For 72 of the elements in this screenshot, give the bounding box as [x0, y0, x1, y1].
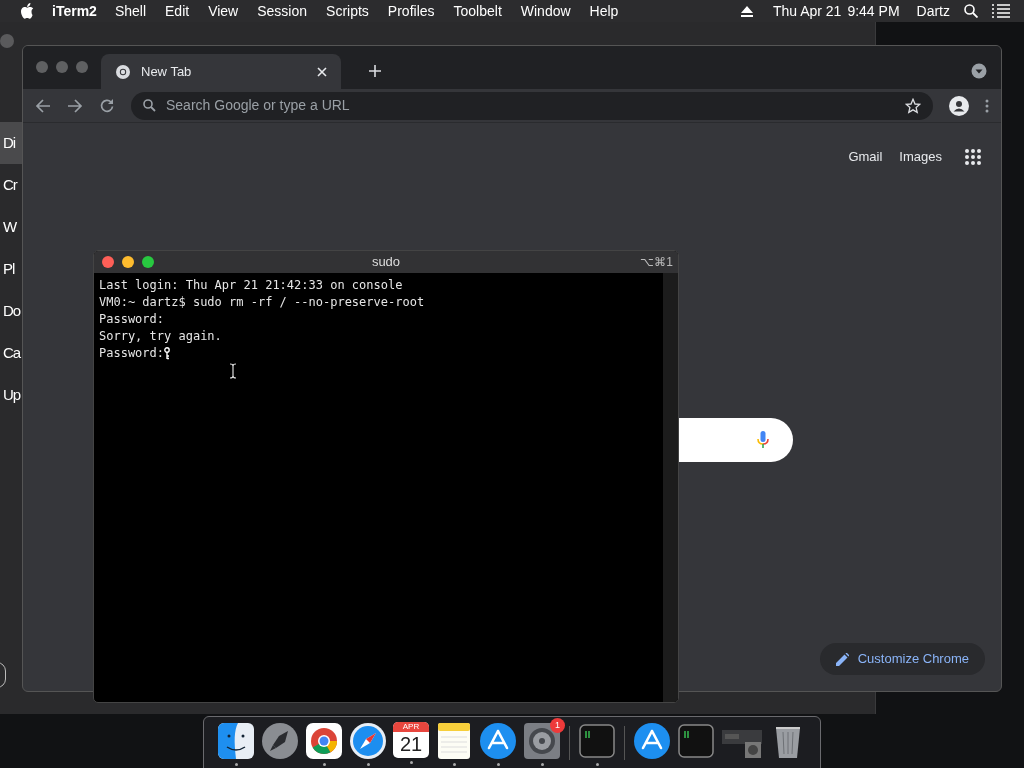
- search-icon: [143, 99, 156, 112]
- more-icon[interactable]: [985, 98, 989, 113]
- key-icon: [164, 347, 171, 360]
- menu-time[interactable]: 9:44 PM: [847, 0, 900, 22]
- menu-item[interactable]: Toolbelt: [453, 0, 502, 22]
- calendar-month: APR: [393, 722, 429, 732]
- menu-item[interactable]: Help: [589, 0, 619, 22]
- menu-date[interactable]: Thu Apr 21: [772, 0, 842, 22]
- star-icon[interactable]: [905, 97, 921, 114]
- app-store-icon[interactable]: [633, 722, 671, 760]
- close-window-button[interactable]: [36, 61, 48, 73]
- minimize-window-button[interactable]: [122, 256, 134, 268]
- menu-item[interactable]: View: [208, 0, 239, 22]
- menu-item[interactable]: Edit: [165, 0, 190, 22]
- header-link[interactable]: Gmail: [848, 147, 883, 167]
- search-box[interactable]: [679, 418, 793, 462]
- terminal-line: Last login: Thu Apr 21 21:42:33 on console: [99, 277, 403, 294]
- close-icon[interactable]: [317, 66, 327, 77]
- user-name[interactable]: Dartz: [916, 0, 950, 22]
- terminal-line: Sorry, try again.: [99, 328, 222, 345]
- forward-icon[interactable]: [67, 97, 83, 114]
- terminal-line: Password:: [99, 311, 165, 328]
- apps-grid-icon[interactable]: [965, 148, 981, 165]
- sidebar-item[interactable]: Di: [0, 122, 22, 164]
- terminal-icon[interactable]: [578, 722, 616, 760]
- header-link[interactable]: Images: [899, 147, 942, 167]
- calendar-icon[interactable]: APR 21: [393, 722, 429, 758]
- sidebar-item[interactable]: W: [0, 206, 22, 248]
- sidebar-item[interactable]: Ca: [0, 332, 22, 374]
- reload-icon[interactable]: [99, 97, 115, 114]
- dropdown-icon[interactable]: [971, 63, 987, 79]
- close-window-button[interactable]: [102, 256, 114, 268]
- list-icon[interactable]: [992, 4, 1010, 18]
- microphone-icon[interactable]: [757, 431, 769, 449]
- text-cursor-icon: [229, 363, 237, 379]
- omnibox[interactable]: Search Google or type a URL: [131, 91, 933, 120]
- apple-icon[interactable]: [20, 3, 34, 19]
- chrome-icon: [115, 63, 131, 80]
- zoom-window-button[interactable]: [76, 61, 88, 73]
- menu-item[interactable]: Window: [520, 0, 571, 22]
- app-menu[interactable]: iTerm2: [52, 0, 97, 22]
- shortcut-label: ⌥⌘1: [640, 254, 673, 271]
- compass-icon[interactable]: [349, 722, 387, 760]
- sidebar-item[interactable]: Cr: [0, 164, 22, 206]
- sidebar-item[interactable]: Up: [0, 374, 22, 416]
- finder-icon[interactable]: [217, 722, 255, 760]
- zoom-window-button[interactable]: [142, 256, 154, 268]
- menu-item[interactable]: Shell: [114, 0, 146, 22]
- omnibox-placeholder: Search Google or type a URL: [166, 96, 350, 115]
- menu-item[interactable]: Scripts: [326, 0, 369, 22]
- terminal-icon[interactable]: [677, 722, 715, 760]
- menu-item[interactable]: Profiles: [387, 0, 435, 22]
- chrome-icon[interactable]: [305, 722, 343, 760]
- browser-tab[interactable]: New Tab: [101, 54, 341, 89]
- notes-icon[interactable]: [435, 722, 473, 760]
- tab-title: New Tab: [141, 62, 192, 81]
- terminal-line: VM0:~ dartz$ sudo rm -rf / --no-preserve-root: [99, 294, 425, 311]
- search-icon[interactable]: [964, 4, 978, 18]
- profile-icon[interactable]: [949, 95, 969, 116]
- terminal-line: Password:: [99, 345, 165, 362]
- customize-chrome-button[interactable]: Customize Chrome: [819, 643, 985, 675]
- window-title: sudo: [371, 253, 401, 272]
- menu-item[interactable]: Session: [257, 0, 308, 22]
- eject-icon[interactable]: [740, 5, 753, 17]
- back-icon[interactable]: [35, 97, 51, 114]
- sidebar-item[interactable]: Do: [0, 290, 22, 332]
- new-tab-icon[interactable]: [369, 65, 381, 77]
- notification-badge: 1: [550, 718, 565, 733]
- app-store-icon[interactable]: [479, 722, 517, 760]
- sidebar-item[interactable]: Pl: [0, 248, 22, 290]
- calendar-day: 21: [399, 732, 423, 756]
- pencil-icon: [835, 652, 849, 666]
